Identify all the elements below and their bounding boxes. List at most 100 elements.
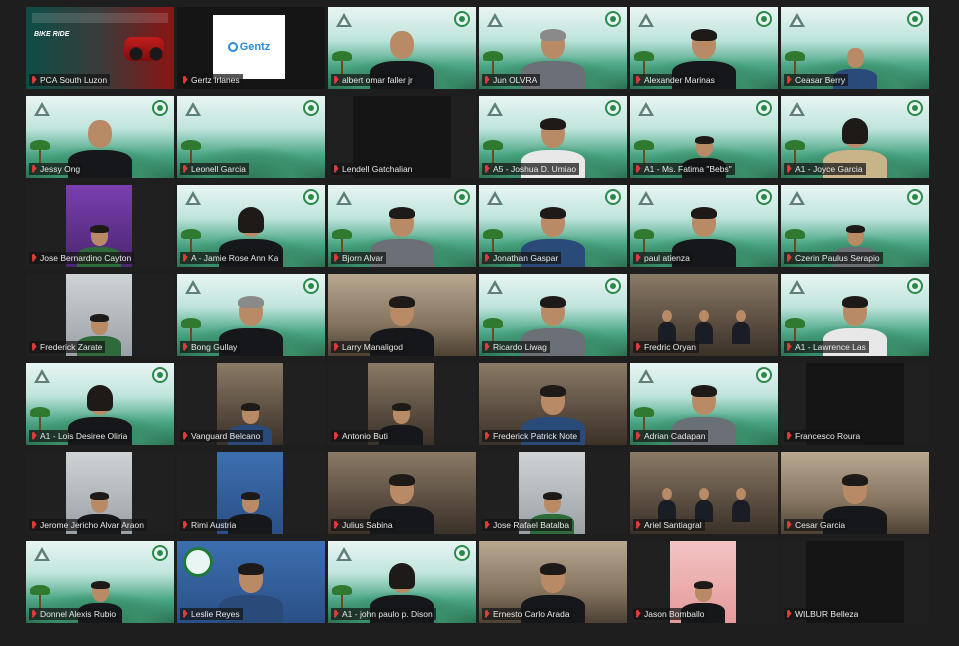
muted-mic-icon (31, 164, 37, 174)
seal-logo-icon (605, 189, 621, 205)
participant-tile[interactable]: Ariel Santiagral (630, 452, 778, 534)
participant-name-label: Francesco Roura (784, 430, 864, 442)
seal-logo-icon (907, 100, 923, 116)
participant-name-label: Lendell Gatchalian (331, 163, 416, 175)
muted-mic-icon (333, 253, 339, 263)
participant-name-label: A - Jamie Rose Ann Ka (180, 252, 282, 264)
participant-tile[interactable]: Alexander Marinas (630, 7, 778, 89)
muted-mic-icon (31, 342, 37, 352)
seal-logo-icon (152, 100, 168, 116)
pca-logo-icon (789, 102, 805, 116)
participant-tile[interactable]: A - Jamie Rose Ann Ka (177, 185, 325, 267)
participant-tile[interactable]: Francesco Roura (781, 363, 929, 445)
muted-mic-icon (786, 431, 792, 441)
participant-tile[interactable]: WILBUR Belleza (781, 541, 929, 623)
participant-tile[interactable]: albert omar faller jr (328, 7, 476, 89)
seal-logo-icon (454, 545, 470, 561)
muted-mic-icon (182, 75, 188, 85)
seal-logo-icon (454, 189, 470, 205)
muted-mic-icon (635, 253, 641, 263)
participant-tile[interactable]: Gentz Gertz Irlanes (177, 7, 325, 89)
participant-tile[interactable]: Jessy Ong (26, 96, 174, 178)
participant-tile[interactable]: Frederick Zarate (26, 274, 174, 356)
participant-name-label: PCA South Luzon (29, 74, 111, 86)
muted-mic-icon (182, 342, 188, 352)
pca-logo-icon (185, 191, 201, 205)
participant-tile[interactable]: Lendell Gatchalian (328, 96, 476, 178)
participant-tile[interactable]: Jason Bomballo (630, 541, 778, 623)
palm-tree-icon (483, 316, 503, 342)
participant-tile[interactable]: Jerome Jericho Alvar Araon (26, 452, 174, 534)
participant-tile[interactable]: Czerin Paulus Serapio (781, 185, 929, 267)
participant-tile[interactable]: Bong Gullay (177, 274, 325, 356)
muted-mic-icon (635, 431, 641, 441)
participant-tile[interactable]: Ricardo Liwag (479, 274, 627, 356)
participant-name-label: paul atienza (633, 252, 693, 264)
participant-tile[interactable]: Antonio Buti (328, 363, 476, 445)
participant-name-label: Cesar Garcia (784, 519, 849, 531)
participant-tile[interactable]: Jose Bernardino Cayton (26, 185, 174, 267)
pca-logo-icon (638, 191, 654, 205)
participant-name: Jose Bernardino Cayton (40, 253, 132, 263)
group-photo (648, 484, 760, 522)
participant-tile[interactable]: Rimi Austria (177, 452, 325, 534)
participant-tile[interactable]: Jonathan Gaspar (479, 185, 627, 267)
participant-tile[interactable]: Jun OLVRA (479, 7, 627, 89)
participant-name: Bjorn Alvar (342, 253, 384, 263)
participant-tile[interactable]: Leonell Garcia (177, 96, 325, 178)
muted-mic-icon (786, 253, 792, 263)
participant-name: Ricardo Liwag (493, 342, 547, 352)
participant-tile[interactable]: Frederick Patrick Note (479, 363, 627, 445)
participant-name: Julius Sabina (342, 520, 393, 530)
pca-logo-icon (487, 191, 503, 205)
seal-logo-icon (756, 100, 772, 116)
participant-tile[interactable]: A1 - Joyce Garcia (781, 96, 929, 178)
participant-name: Lendell Gatchalian (342, 164, 413, 174)
muted-mic-icon (635, 520, 641, 530)
muted-mic-icon (333, 609, 339, 619)
participant-tile[interactable]: A1 - Lawrence Las (781, 274, 929, 356)
palm-tree-icon (483, 138, 503, 164)
participant-tile[interactable]: paul atienza (630, 185, 778, 267)
participant-name: A1 - Lois Desiree Oliria (40, 431, 128, 441)
pca-logo-icon (487, 280, 503, 294)
participant-tile[interactable]: Adrian Cadapan (630, 363, 778, 445)
participant-tile[interactable]: Larry Manaligod (328, 274, 476, 356)
participant-tile[interactable]: BIKE RIDE PCA South Luzon (26, 7, 174, 89)
muted-mic-icon (182, 609, 188, 619)
participant-name: paul atienza (644, 253, 690, 263)
participant-name-label: Bjorn Alvar (331, 252, 387, 264)
seal-logo-icon (605, 278, 621, 294)
participant-tile[interactable]: Ernesto Carlo Arada (479, 541, 627, 623)
participant-tile[interactable]: Cesar Garcia (781, 452, 929, 534)
pca-logo-icon (336, 191, 352, 205)
participant-tile[interactable]: Donnel Alexis Rubio (26, 541, 174, 623)
muted-mic-icon (635, 342, 641, 352)
participant-tile[interactable]: A5 - Joshua D. Umiao (479, 96, 627, 178)
palm-tree-icon (181, 227, 201, 253)
participant-name-label: Fredric Oryan (633, 341, 699, 353)
participant-name-label: A1 - Lawrence Las (784, 341, 869, 353)
muted-mic-icon (333, 520, 339, 530)
participant-tile[interactable]: A1 - Lois Desiree Oliria (26, 363, 174, 445)
participant-tile[interactable]: Jose Rafael Batalba (479, 452, 627, 534)
participant-grid: BIKE RIDE PCA South Luzon Gentz Gertz Irlan… (26, 7, 929, 623)
participant-tile[interactable]: Julius Sabina (328, 452, 476, 534)
participant-tile[interactable]: Leslie Reyes (177, 541, 325, 623)
brand-logo-text: Gentz (239, 41, 271, 53)
participant-name-label: Jerome Jericho Alvar Araon (29, 519, 147, 531)
palm-tree-icon (483, 49, 503, 75)
muted-mic-icon (484, 164, 490, 174)
participant-name-label: Larry Manaligod (331, 341, 406, 353)
seal-logo-icon (756, 367, 772, 383)
participant-name-label: A1 - Ms. Fatima "Bebs" (633, 163, 735, 175)
muted-mic-icon (333, 431, 339, 441)
participant-tile[interactable]: Ceasar Berry (781, 7, 929, 89)
participant-tile[interactable]: A1 - Ms. Fatima "Bebs" (630, 96, 778, 178)
palm-tree-icon (634, 405, 654, 431)
participant-name: Czerin Paulus Serapio (795, 253, 880, 263)
participant-tile[interactable]: Vanguard Belcano (177, 363, 325, 445)
participant-tile[interactable]: Fredric Oryan (630, 274, 778, 356)
participant-tile[interactable]: Bjorn Alvar (328, 185, 476, 267)
participant-tile[interactable]: A1 - john paulo p. Dison (328, 541, 476, 623)
